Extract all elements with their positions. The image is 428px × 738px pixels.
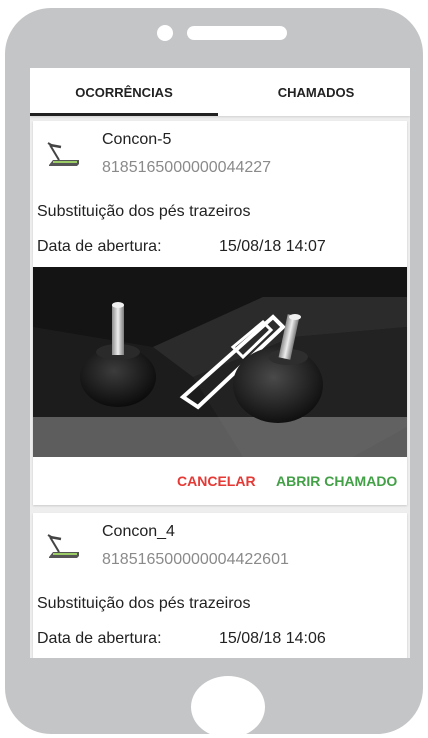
front-camera xyxy=(157,25,173,41)
tab-ocorrencias[interactable]: OCORRÊNCIAS xyxy=(30,68,218,116)
equipment-code: 8185165000000044227 xyxy=(102,159,272,176)
tab-bar: OCORRÊNCIAS CHAMADOS xyxy=(30,68,410,116)
occurrence-description: Substituição dos pés trazeiros xyxy=(37,203,251,220)
treadmill-icon xyxy=(47,142,79,166)
tab-chamados[interactable]: CHAMADOS xyxy=(222,68,410,116)
occurrence-card[interactable]: Concon-5 8185165000000044227 Substituiçã… xyxy=(33,121,407,505)
app-screen: OCORRÊNCIAS CHAMADOS Concon-5 8185165000… xyxy=(30,68,410,658)
opening-date-value: 15/08/18 14:07 xyxy=(219,238,326,255)
treadmill-icon xyxy=(47,534,79,558)
equipment-code: 818516500000004422601 xyxy=(102,551,289,568)
active-tab-indicator xyxy=(30,113,218,116)
opening-date-label: Data de abertura: xyxy=(37,238,162,255)
home-button[interactable] xyxy=(191,676,265,738)
speaker-grille xyxy=(187,26,287,40)
equipment-name: Concon_4 xyxy=(102,523,175,540)
open-call-button[interactable]: ABRIR CHAMADO xyxy=(276,473,397,489)
occurrence-photo xyxy=(33,267,407,457)
occurrence-description: Substituição dos pés trazeiros xyxy=(37,595,251,612)
cancel-button[interactable]: CANCELAR xyxy=(177,473,256,489)
equipment-name: Concon-5 xyxy=(102,131,172,148)
occurrence-card[interactable]: Concon_4 818516500000004422601 Substitui… xyxy=(33,513,407,658)
opening-date-label: Data de abertura: xyxy=(37,630,162,647)
opening-date-value: 15/08/18 14:06 xyxy=(219,630,326,647)
